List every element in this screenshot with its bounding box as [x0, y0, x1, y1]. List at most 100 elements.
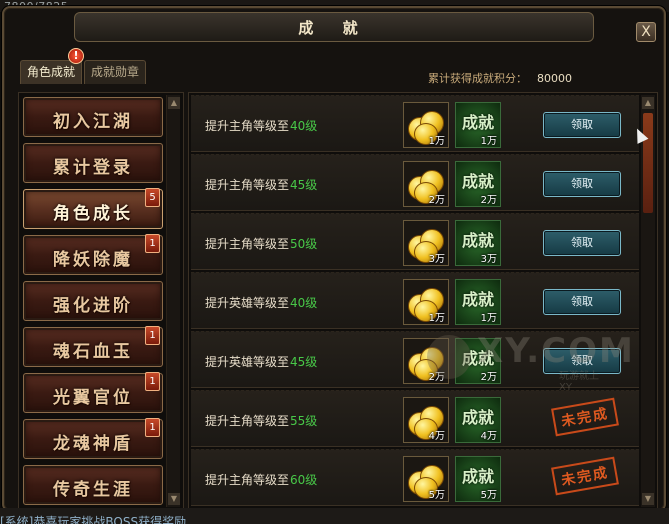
achievement-points-label: 成就 — [461, 290, 494, 309]
category-panel: 初入江湖 累计登录 角色成长 5 降妖除魔 1 强化进阶 魂石血玉 1 光翼官位 1 龙… — [18, 92, 184, 510]
achievement-level: 45级 — [290, 178, 318, 192]
category-item[interactable]: 初入江湖 — [23, 97, 163, 137]
achievement-points-label: 成就 — [461, 349, 494, 368]
category-item[interactable]: 角色成长 5 — [23, 188, 163, 229]
category-item[interactable]: 降妖除魔 1 — [23, 234, 163, 275]
achievement-level: 50级 — [290, 237, 318, 251]
category-label: 降妖除魔 — [53, 250, 133, 270]
category-list: 初入江湖 累计登录 角色成长 5 降妖除魔 1 强化进阶 魂石血玉 1 光翼官位 1 龙… — [23, 97, 163, 511]
claim-button[interactable]: 领取 — [543, 112, 621, 138]
category-count-badge: 1 — [145, 372, 160, 391]
category-label: 龙魂神盾 — [53, 434, 133, 454]
achievement-desc: 提升主角等级至45级 — [205, 176, 317, 193]
claim-button[interactable]: 领取 — [543, 289, 621, 315]
tab-achievement-medals[interactable]: 成就勋章 — [84, 60, 147, 84]
achievement-row: 提升主角等级至50级 3万 成就 3万 领取 — [191, 213, 639, 270]
achievement-points-reward[interactable]: 成就 1万 — [455, 279, 501, 325]
category-label: 初入江湖 — [53, 112, 133, 132]
achievement-points-reward[interactable]: 成就 2万 — [455, 161, 501, 207]
claim-button[interactable]: 领取 — [543, 171, 621, 197]
category-item[interactable]: 累计登录 — [23, 143, 163, 183]
gold-reward[interactable]: 2万 — [403, 338, 449, 384]
scroll-thumb[interactable] — [643, 113, 653, 213]
gold-reward[interactable]: 3万 — [403, 220, 449, 266]
achievement-text: 提升英雄等级至 — [205, 296, 290, 310]
achievement-desc: 提升主角等级至60级 — [205, 471, 317, 488]
achievement-points-reward[interactable]: 成就 4万 — [455, 397, 501, 443]
claim-button[interactable]: 领取 — [543, 348, 621, 374]
achievement-row: 提升主角等级至40级 1万 成就 1万 领取 — [191, 95, 639, 152]
achievement-row: 提升主角等级至45级 2万 成就 2万 领取 — [191, 154, 639, 211]
score-value: 80000 — [537, 72, 572, 85]
gold-amount: 2万 — [428, 372, 445, 383]
gold-reward[interactable]: 1万 — [403, 102, 449, 148]
achievement-points-label: 成就 — [461, 172, 494, 191]
achievement-points-label: 成就 — [461, 231, 494, 250]
window-title: 成 就 — [298, 18, 370, 37]
category-label: 魂石血玉 — [53, 342, 133, 362]
gold-amount: 1万 — [428, 313, 445, 324]
category-count-badge: 5 — [145, 188, 160, 207]
achievement-points-amount: 4万 — [480, 431, 497, 442]
gold-amount: 4万 — [428, 431, 445, 442]
score-label: 累计获得成就积分： — [428, 72, 527, 85]
achievement-points-reward[interactable]: 成就 3万 — [455, 220, 501, 266]
category-item[interactable]: 魂石血玉 1 — [23, 326, 163, 367]
achievement-text: 提升英雄等级至 — [205, 355, 290, 369]
category-label: 强化进阶 — [53, 296, 133, 316]
gold-amount: 5万 — [428, 490, 445, 501]
category-label: 光翼官位 — [53, 388, 133, 408]
category-scrollbar[interactable]: ▲ ▼ — [166, 95, 180, 507]
category-item[interactable]: 光翼官位 1 — [23, 372, 163, 413]
achievement-score: 累计获得成就积分： 80000 — [428, 70, 572, 86]
achievement-text: 提升主角等级至 — [205, 414, 290, 428]
achievement-desc: 提升主角等级至50级 — [205, 235, 317, 252]
achievement-level: 40级 — [290, 296, 318, 310]
achievement-rows: 提升主角等级至40级 1万 成就 1万 领取 提升主角等级至45级 2万 成就 … — [191, 95, 639, 508]
chat-line: [系统]恭喜玩家挑战BOSS获得奖励 — [0, 515, 187, 524]
achievement-scrollbar[interactable]: ▲ ▼ — [641, 95, 655, 507]
achievement-window: 成 就 X 角色成就 成就勋章 ! 累计获得成就积分： 80000 初入江湖 累计… — [2, 6, 666, 512]
achievement-level: 45级 — [290, 355, 318, 369]
achievement-level: 60级 — [290, 473, 318, 487]
gold-reward[interactable]: 1万 — [403, 279, 449, 325]
achievement-row: 提升主角等级至55级 4万 成就 4万 未完成 — [191, 390, 639, 447]
achievement-points-label: 成就 — [461, 467, 494, 486]
achievement-points-reward[interactable]: 成就 5万 — [455, 456, 501, 502]
gold-reward[interactable]: 2万 — [403, 161, 449, 207]
scroll-down-icon[interactable]: ▼ — [168, 493, 180, 505]
gold-amount: 1万 — [428, 136, 445, 147]
category-label: 累计登录 — [53, 158, 133, 178]
claim-button[interactable]: 领取 — [543, 230, 621, 256]
achievement-list-panel: 提升主角等级至40级 1万 成就 1万 领取 提升主角等级至45级 2万 成就 … — [188, 92, 658, 510]
category-label: 传奇生涯 — [53, 480, 133, 500]
achievement-points-reward[interactable]: 成就 2万 — [455, 338, 501, 384]
scroll-down-icon[interactable]: ▼ — [642, 493, 654, 505]
achievement-points-amount: 3万 — [480, 254, 497, 265]
category-item[interactable]: 强化进阶 — [23, 281, 163, 321]
achievement-text: 提升主角等级至 — [205, 473, 290, 487]
scroll-up-icon[interactable]: ▲ — [168, 97, 180, 109]
achievement-row: 提升英雄等级至45级 2万 成就 2万 领取 — [191, 331, 639, 388]
achievement-desc: 提升主角等级至55级 — [205, 412, 317, 429]
scroll-up-icon[interactable]: ▲ — [642, 97, 654, 109]
alert-icon: ! — [68, 48, 84, 64]
achievement-points-reward[interactable]: 成就 1万 — [455, 102, 501, 148]
incomplete-stamp: 未完成 — [551, 456, 619, 496]
gold-amount: 3万 — [428, 254, 445, 265]
achievement-points-label: 成就 — [461, 408, 494, 427]
achievement-desc: 提升英雄等级至45级 — [205, 353, 317, 370]
category-item[interactable]: 龙魂神盾 1 — [23, 418, 163, 459]
incomplete-stamp: 未完成 — [551, 397, 619, 437]
achievement-points-amount: 2万 — [480, 372, 497, 383]
gold-amount: 2万 — [428, 195, 445, 206]
achievement-points-amount: 5万 — [480, 490, 497, 501]
close-button[interactable]: X — [636, 22, 656, 42]
gold-reward[interactable]: 4万 — [403, 397, 449, 443]
category-item[interactable]: 传奇生涯 — [23, 465, 163, 505]
category-count-badge: 1 — [145, 418, 160, 437]
achievement-level: 55级 — [290, 414, 318, 428]
gold-reward[interactable]: 5万 — [403, 456, 449, 502]
achievement-text: 提升主角等级至 — [205, 119, 290, 133]
achievement-text: 提升主角等级至 — [205, 237, 290, 251]
